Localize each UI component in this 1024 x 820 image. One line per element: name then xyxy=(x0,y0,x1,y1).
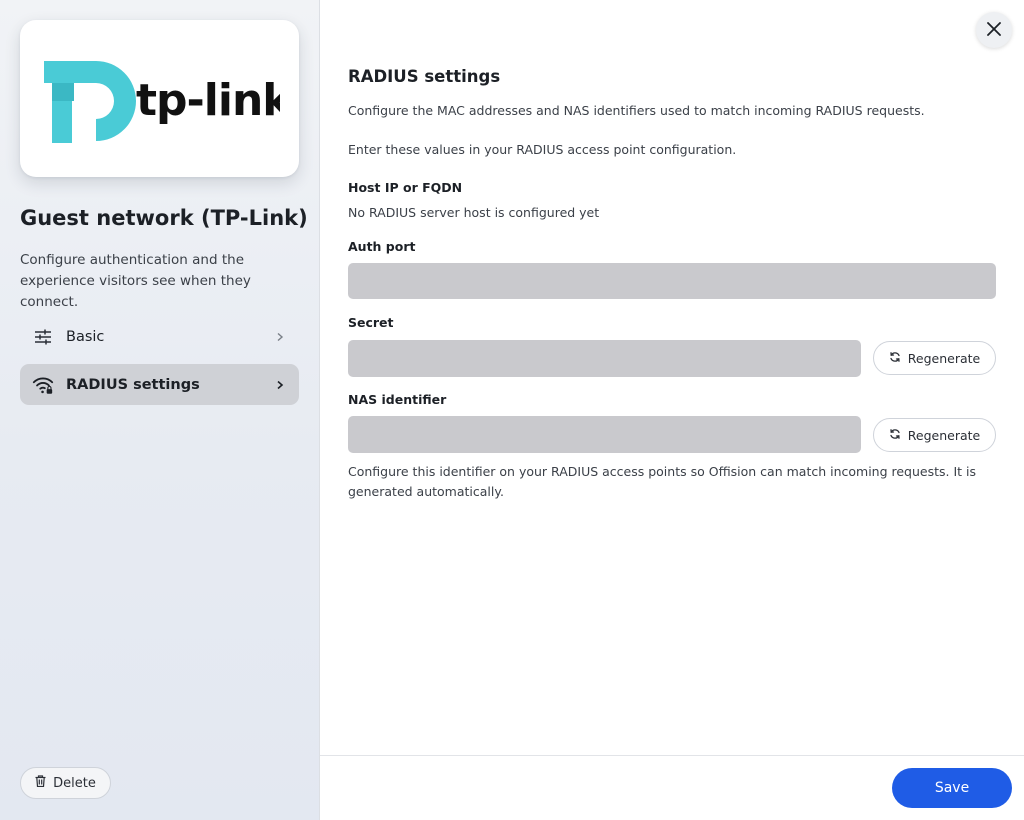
nas-help-text: Configure this identifier on your RADIUS… xyxy=(348,464,977,499)
auth-port-input[interactable] xyxy=(348,263,996,299)
save-button[interactable]: Save xyxy=(892,768,1012,808)
intro-text: Configure the MAC addresses and NAS iden… xyxy=(348,103,925,118)
network-title: Guest network (TP-Link) xyxy=(20,206,308,230)
nas-identifier-input[interactable] xyxy=(348,416,861,453)
close-button[interactable] xyxy=(976,12,1012,48)
section-title: RADIUS settings xyxy=(348,67,501,86)
chevron-right-icon xyxy=(273,330,287,344)
regenerate-secret-button[interactable]: Regenerate xyxy=(873,341,996,375)
network-settings-modal: tp-link Guest network (TP-Link) Configur… xyxy=(0,0,1024,820)
main-panel: RADIUS settings Configure the MAC addres… xyxy=(320,0,1024,820)
chevron-right-icon xyxy=(273,378,287,392)
nas-identifier-label: NAS identifier xyxy=(348,392,447,407)
refresh-icon xyxy=(889,428,901,443)
secret-input[interactable] xyxy=(348,340,861,377)
settings-nav: Basic RADIUS settings xyxy=(20,316,299,412)
instruction-text: Enter these values in your RADIUS access… xyxy=(348,142,737,157)
secret-label: Secret xyxy=(348,315,394,330)
regenerate-label: Regenerate xyxy=(907,350,981,366)
nav-item-label: Basic xyxy=(66,328,105,345)
nav-item-basic[interactable]: Basic xyxy=(20,316,299,357)
regenerate-label: Regenerate xyxy=(907,427,981,443)
nav-item-label: RADIUS settings xyxy=(66,376,200,393)
logo-wordmark: tp-link xyxy=(136,75,280,126)
auth-port-label: Auth port xyxy=(348,239,416,254)
brand-logo-card: tp-link xyxy=(20,20,299,177)
nav-item-radius-settings[interactable]: RADIUS settings xyxy=(20,364,299,405)
tp-link-logo: tp-link xyxy=(43,60,280,143)
trash-icon xyxy=(35,775,46,791)
close-icon xyxy=(987,21,1001,40)
delete-button[interactable]: Delete xyxy=(20,767,111,799)
host-value: No RADIUS server host is configured yet xyxy=(348,205,600,220)
regenerate-nas-button[interactable]: Regenerate xyxy=(873,418,996,452)
tp-link-mark-icon xyxy=(43,60,136,143)
sliders-icon xyxy=(32,326,54,348)
delete-label: Delete xyxy=(53,775,96,791)
sidebar: tp-link Guest network (TP-Link) Configur… xyxy=(0,0,320,820)
host-label: Host IP or FQDN xyxy=(348,180,463,195)
tp-link-mark-accent xyxy=(51,82,74,101)
refresh-icon xyxy=(889,351,901,366)
network-description: Configure authentication and the experie… xyxy=(20,252,251,310)
wifi-lock-icon xyxy=(32,374,54,396)
footer-bar: Save xyxy=(320,755,1024,820)
